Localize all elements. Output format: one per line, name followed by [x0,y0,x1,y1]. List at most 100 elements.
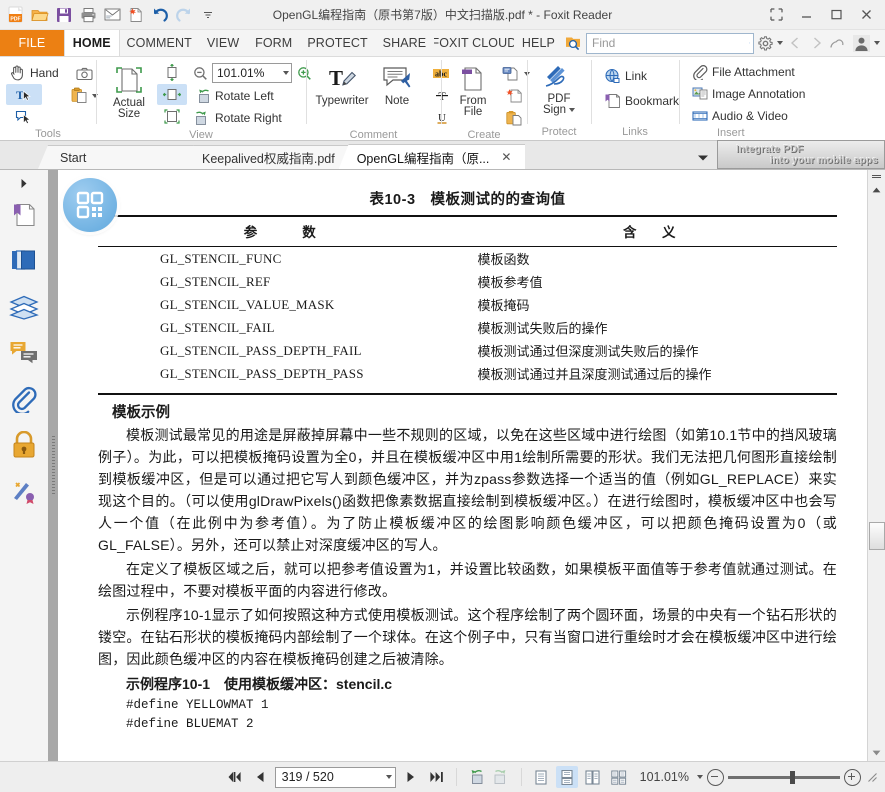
undo-icon[interactable] [149,4,171,26]
page-dropdown-icon[interactable] [385,775,392,779]
zoom-slider-thumb[interactable] [790,770,795,784]
sidebar-item-bookmarks[interactable] [2,192,46,238]
tab-form[interactable]: FORM [247,30,301,56]
redo-icon[interactable] [173,4,195,26]
tab-help[interactable]: HELP [513,30,563,56]
fit-width-button[interactable] [157,84,187,105]
doc-tab-opengl[interactable]: OpenGL编程指南（原... ✕ [338,144,526,169]
zoom-dropdown-icon[interactable] [283,71,289,75]
maximize-icon[interactable] [821,3,851,27]
find-input-wrap[interactable] [586,32,754,54]
sidebar-item-layers[interactable] [2,284,46,330]
file-attachment-button[interactable]: File Attachment [689,61,808,82]
search-document-icon[interactable] [563,33,583,53]
doc-tab-start[interactable]: Start [38,145,194,169]
promo-banner[interactable]: Integrate PDF into your mobile apps [717,140,885,169]
rotate-view-left-button[interactable] [465,766,487,788]
doc-tab-start-label: Start [60,150,87,165]
promo-line-2: into your mobile apps [769,154,878,166]
pane-splitter[interactable] [48,170,58,761]
single-page-view-button[interactable] [530,766,552,788]
zoom-slider-track[interactable] [728,770,840,784]
tab-comment[interactable]: COMMENT [119,30,199,56]
image-annotation-button[interactable]: Image Annotation [689,83,808,104]
create-from-clipboard-button[interactable] [499,107,529,128]
save-icon[interactable] [53,4,75,26]
last-page-button[interactable] [426,766,448,788]
fit-visible-button[interactable] [157,106,187,127]
email-icon[interactable] [101,4,123,26]
sidebar-item-attachments[interactable] [2,376,46,422]
gear-dropdown-icon[interactable] [777,41,783,45]
rotate-view-right-button[interactable] [491,766,513,788]
scroll-up-icon[interactable] [868,182,885,198]
zoom-level-combobox[interactable]: 101.01% [212,63,292,83]
sidebar-item-page-thumbnails[interactable] [2,238,46,284]
previous-page-button[interactable] [249,766,271,788]
avatar-dropdown-icon[interactable] [874,41,880,45]
resize-grip-icon[interactable] [865,766,879,788]
zoom-slider[interactable] [707,768,861,786]
rotate-left-button[interactable]: Rotate Left [191,85,313,106]
first-page-button[interactable] [223,766,245,788]
tab-home[interactable]: HOME [63,30,120,56]
qr-code-icon[interactable] [63,178,117,232]
zoom-in-circle-icon[interactable] [844,768,861,786]
table-cell-param: GL_STENCIL_PASS_DEPTH_PASS [160,365,364,381]
create-from-file-button[interactable]: From File [449,62,497,120]
close-icon[interactable] [851,3,881,27]
facing-view-button[interactable] [582,766,604,788]
vertical-scrollbar[interactable] [867,170,885,761]
scrollbar-thumb[interactable] [869,522,885,550]
bookmark-button[interactable]: Bookmark [601,90,682,111]
gear-icon[interactable] [757,34,774,52]
new-from-file-icon[interactable] [125,4,147,26]
continuous-facing-view-button[interactable] [608,766,630,788]
doc-tab-close-icon[interactable]: ✕ [501,150,511,164]
avatar[interactable] [851,34,871,53]
typewriter-button[interactable]: T Typewriter [315,62,368,109]
note-button[interactable]: Note [371,62,423,109]
tab-file[interactable]: FILE [0,30,64,56]
forward-icon[interactable] [807,37,825,49]
print-icon[interactable] [77,4,99,26]
pdf-sign-dropdown-icon[interactable] [569,108,576,112]
status-zoom-dropdown-icon[interactable] [697,775,703,779]
doc-tab-overflow-icon[interactable] [691,146,715,169]
page-number-field[interactable]: 319 / 520 [274,766,396,788]
sidebar-item-digital-signatures[interactable] [2,468,46,514]
hand-tool-button[interactable]: Hand [6,62,62,83]
scroll-down-icon[interactable] [868,745,885,761]
next-page-button[interactable] [400,766,422,788]
expand-pane-icon[interactable] [0,174,48,192]
rotate-right-button[interactable]: Rotate Right [191,107,313,128]
zoom-out-icon[interactable] [191,66,209,81]
select-annotation-tool-button[interactable] [6,106,42,127]
create-blank-button[interactable] [499,85,529,106]
sidebar-item-security[interactable] [2,422,46,468]
audio-video-button[interactable]: Audio & Video [689,105,808,126]
back-icon[interactable] [786,37,804,49]
cloud-icon[interactable] [828,38,848,49]
sidebar-item-comments[interactable] [2,330,46,376]
pdf-sign-button[interactable]: PDF Sign [530,62,588,118]
open-icon[interactable] [29,4,51,26]
tab-protect[interactable]: PROTECT [300,30,375,56]
minimize-icon[interactable] [791,3,821,27]
tab-foxit-cloud[interactable]: FOXIT CLOUD [433,30,514,56]
fit-page-button[interactable] [157,62,187,83]
customize-qat-icon[interactable] [197,4,219,26]
select-text-tool-button[interactable]: T [6,84,42,105]
doc-tab-keepalived[interactable]: Keepalived权威指南.pdf [184,145,349,169]
split-view-handle[interactable] [868,170,885,182]
zoom-out-circle-icon[interactable] [707,768,724,786]
tab-share[interactable]: SHARE [374,30,434,56]
continuous-view-button[interactable] [555,766,578,788]
link-button[interactable]: Link [601,65,682,86]
restore-small-icon[interactable] [761,3,791,27]
tab-view[interactable]: VIEW [198,30,248,56]
document-viewport[interactable]: 表10-3 模板测试的的查询值 参 数 含 义 GL_STENCIL_FUNC 模… [58,170,867,761]
search-input[interactable] [590,35,749,51]
actual-size-button[interactable]: Actual Size [104,62,154,122]
pdf-logo-icon[interactable]: PDF [5,4,27,26]
